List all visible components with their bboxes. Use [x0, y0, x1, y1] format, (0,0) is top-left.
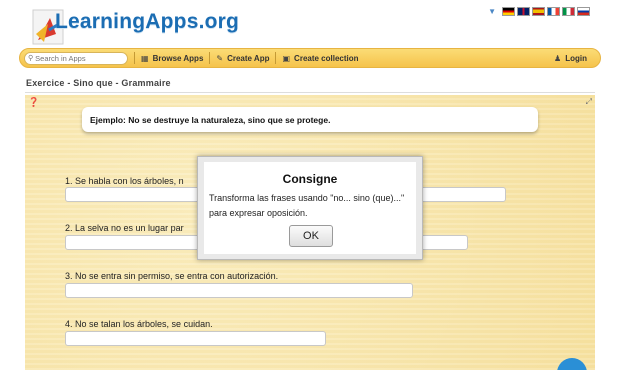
answer-input[interactable]: [65, 283, 413, 298]
fullscreen-icon[interactable]: ⤢: [586, 97, 592, 107]
instructions-dialog: Consigne Transforma las frases usando "n…: [197, 156, 423, 260]
login-label: Login: [565, 53, 587, 63]
check-button[interactable]: [557, 358, 587, 370]
main-toolbar: ⚲ ▦ Browse Apps ✎ Create App ▣ Create co…: [19, 48, 601, 68]
toolbar-divider: [209, 52, 211, 64]
flag-spain-icon[interactable]: [532, 7, 545, 16]
user-icon: ♟: [554, 53, 562, 63]
search-icon: ⚲: [28, 55, 34, 62]
login-button[interactable]: ♟ Login: [554, 54, 587, 63]
question-label: 2. La selva no es un lugar par: [65, 223, 184, 233]
dialog-title: Consigne: [282, 172, 338, 186]
flag-russia-icon[interactable]: [577, 7, 590, 16]
question-label: 1. Se habla con los árboles, n: [65, 176, 184, 186]
grid-icon: ▦: [141, 53, 149, 63]
question-label: 3. No se entra sin permiso, se entra con…: [65, 271, 279, 281]
flag-france-icon[interactable]: [547, 7, 560, 16]
flag-germany-icon[interactable]: [502, 7, 515, 16]
flag-uk-icon[interactable]: [517, 7, 530, 16]
browse-apps-label: Browse Apps: [152, 53, 204, 63]
help-icon[interactable]: ❓: [28, 97, 39, 108]
ok-button[interactable]: OK: [289, 225, 333, 247]
toolbar-divider: [275, 52, 277, 64]
search-input[interactable]: [35, 53, 126, 63]
flag-italy-icon[interactable]: [562, 7, 575, 16]
create-app-label: Create App: [227, 53, 270, 63]
page-title: Exercice - Sino que - Grammaire: [26, 78, 171, 88]
search-box[interactable]: ⚲: [24, 51, 128, 65]
browse-apps-button[interactable]: ▦ Browse Apps: [141, 54, 203, 63]
logo-text[interactable]: LearningApps.org: [55, 10, 239, 34]
language-selector[interactable]: ▼: [488, 7, 590, 16]
question-label: 4. No se talan los árboles, se cuidan.: [65, 319, 213, 329]
example-box: Ejemplo: No se destruye la naturaleza, s…: [82, 107, 538, 132]
pencil-icon: ✎: [216, 53, 224, 63]
title-divider: [25, 92, 595, 93]
dialog-text: Transforma las frases usando "no... sino…: [209, 193, 405, 218]
dialog-body: Consigne Transforma las frases usando "n…: [204, 162, 416, 254]
toolbar-divider: [134, 52, 135, 64]
collection-icon: ▣: [282, 53, 291, 63]
page-root: LearningApps.org ▼ ⚲ ▦ Browse Apps ✎ Cre…: [0, 0, 620, 370]
answer-input[interactable]: [65, 331, 326, 346]
create-collection-label: Create collection: [294, 53, 359, 63]
create-app-button[interactable]: ✎ Create App: [216, 54, 269, 63]
caret-down-icon[interactable]: ▼: [488, 7, 496, 16]
create-collection-button[interactable]: ▣ Create collection: [282, 54, 358, 63]
